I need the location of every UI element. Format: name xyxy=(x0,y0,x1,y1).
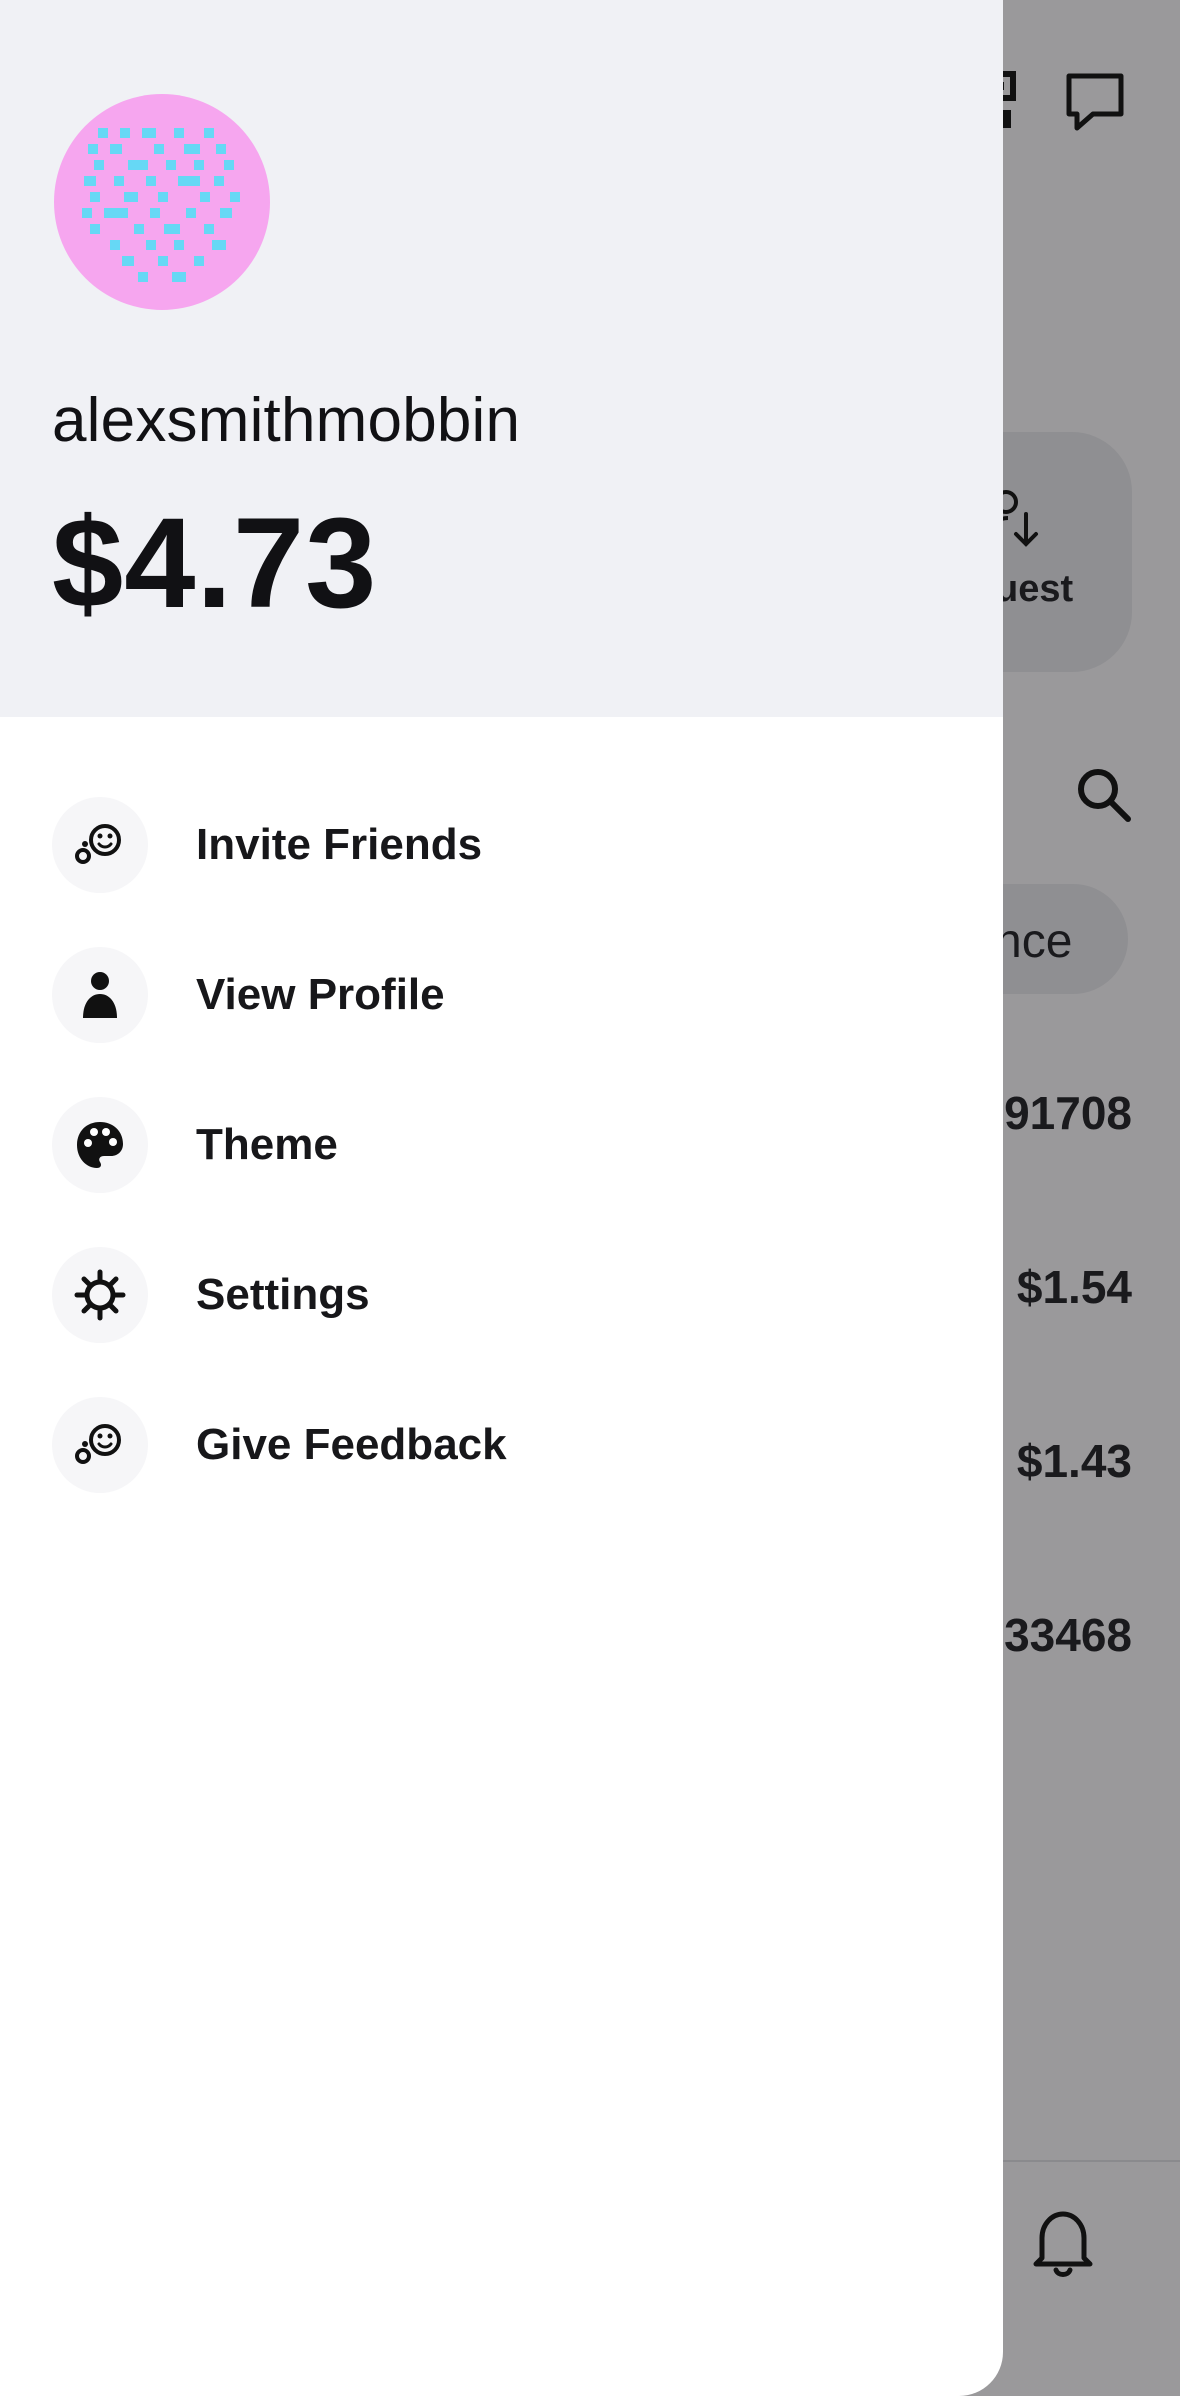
tab-bar-divider xyxy=(1000,2160,1180,2162)
transaction-amount: 33468 xyxy=(1004,1609,1132,1661)
menu-item-settings[interactable]: Settings xyxy=(0,1240,1003,1350)
menu-item-label: View Profile xyxy=(196,970,445,1019)
palette-icon xyxy=(52,1097,148,1193)
bell-icon xyxy=(1033,2211,1093,2277)
menu-item-label: Give Feedback xyxy=(196,1420,507,1469)
chat-icon xyxy=(1066,73,1124,131)
balance-chip-label: nce xyxy=(995,915,1073,968)
transaction-amount: 91708 xyxy=(1004,1087,1132,1139)
drawer-header: alexsmithmobbin $4.73 xyxy=(0,0,1003,717)
invite-friends-icon xyxy=(52,797,148,893)
menu-item-theme[interactable]: Theme xyxy=(0,1090,1003,1200)
side-drawer: alexsmithmobbin $4.73 Invite Friends Vie… xyxy=(0,0,1003,2396)
avatar-pattern-icon xyxy=(54,94,270,310)
menu-item-label: Invite Friends xyxy=(196,820,483,869)
username: alexsmithmobbin xyxy=(52,386,521,455)
menu-item-view-profile[interactable]: View Profile xyxy=(0,940,1003,1050)
transaction-amount: $1.43 xyxy=(1016,1435,1132,1487)
menu-item-invite-friends[interactable]: Invite Friends xyxy=(0,790,1003,900)
search-icon xyxy=(1078,769,1131,822)
transaction-amount: $1.54 xyxy=(1016,1261,1132,1313)
feedback-icon xyxy=(52,1397,148,1493)
avatar[interactable] xyxy=(54,94,270,310)
menu-item-label: Theme xyxy=(196,1120,338,1169)
menu-item-label: Settings xyxy=(196,1270,370,1319)
request-label: uest xyxy=(995,568,1074,610)
gear-icon xyxy=(52,1247,148,1343)
balance-amount: $4.73 xyxy=(52,492,378,635)
menu-item-give-feedback[interactable]: Give Feedback xyxy=(0,1390,1003,1500)
person-icon xyxy=(52,947,148,1043)
